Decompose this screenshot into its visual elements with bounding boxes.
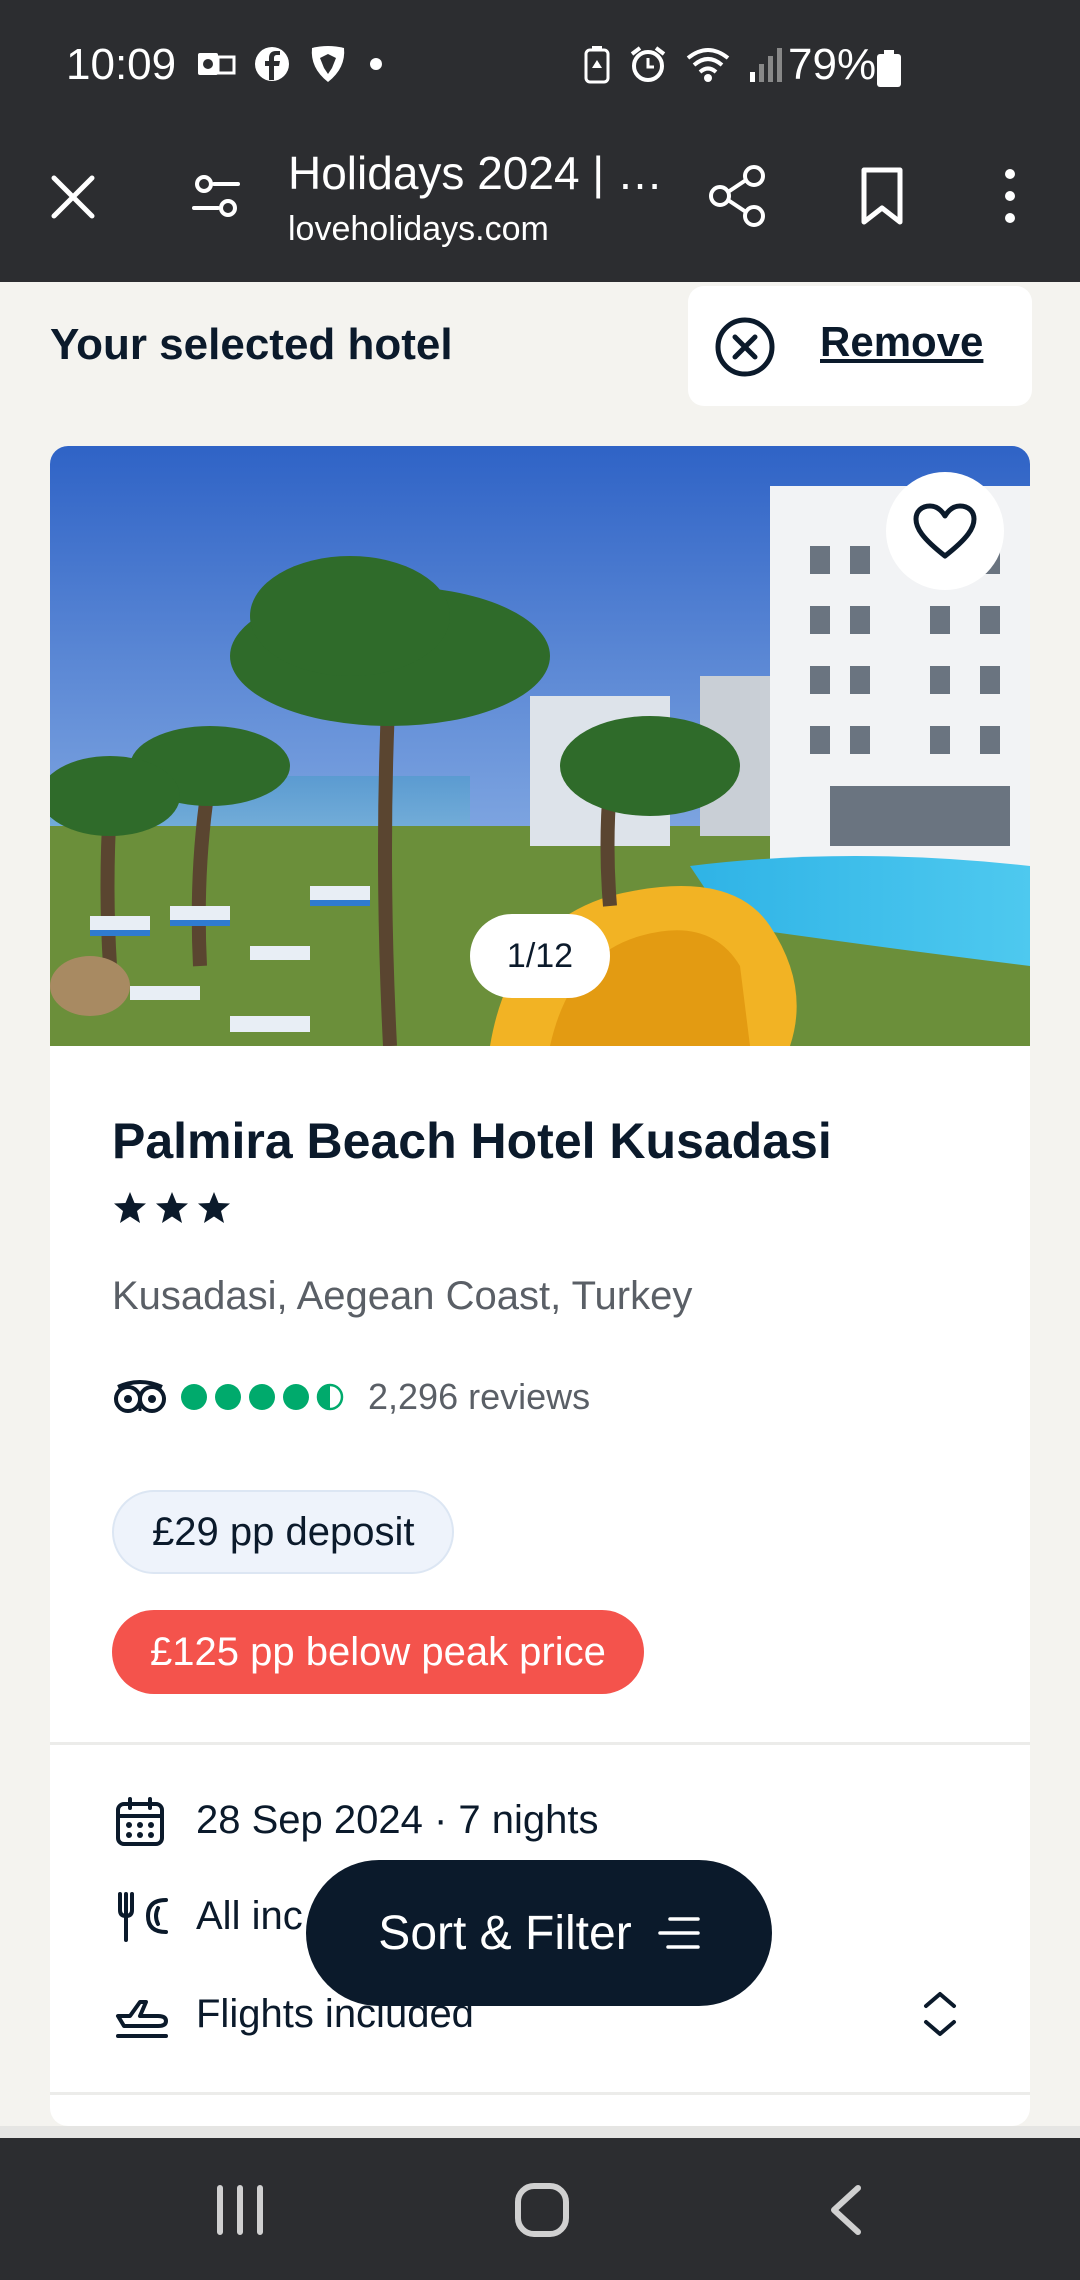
rating-bubbles [181, 1383, 344, 1411]
recent-apps-icon[interactable] [212, 2184, 268, 2236]
travel-dates: 28 Sep 2024 · 7 nights [196, 1798, 599, 1842]
share-icon[interactable] [708, 164, 768, 228]
calendar-icon [116, 1797, 164, 1846]
facebook-icon [255, 47, 289, 81]
back-icon[interactable] [826, 2184, 866, 2236]
reviews-count[interactable]: 2,296 reviews [368, 1376, 590, 1418]
barclays-icon [311, 46, 345, 82]
status-bar: 10:09 79% [0, 0, 1080, 134]
card-divider [50, 2092, 1030, 2095]
reviews-row[interactable]: 2,296 reviews [112, 1376, 590, 1418]
hotel-location: Kusadasi, Aegean Coast, Turkey [112, 1274, 693, 1318]
star-icon [114, 1192, 146, 1223]
heart-icon[interactable] [912, 502, 978, 560]
page-title[interactable]: Holidays 2024 | … [288, 146, 663, 200]
filter-lines-icon[interactable] [657, 1915, 700, 1951]
battery-saver-icon [584, 46, 610, 84]
hotel-name[interactable]: Palmira Beach Hotel Kusadasi [112, 1112, 832, 1170]
alarm-icon [630, 46, 666, 82]
photo-counter: 1/12 [470, 914, 610, 998]
board-basis: All inc [196, 1894, 303, 1938]
sort-filter-label[interactable]: Sort & Filter [378, 1906, 631, 1961]
close-icon[interactable] [48, 172, 98, 222]
expand-chevrons-icon[interactable] [918, 1986, 962, 2042]
remove-link[interactable]: Remove [820, 318, 983, 366]
battery-icon [877, 50, 901, 87]
peak-price-badge: £125 pp below peak price [112, 1610, 644, 1694]
star-icon [156, 1192, 188, 1223]
status-time: 10:09 [66, 40, 177, 89]
wifi-icon [686, 48, 730, 82]
outlook-icon [198, 53, 236, 75]
tripadvisor-icon [114, 1380, 166, 1413]
home-icon[interactable] [514, 2182, 570, 2238]
signal-icon [750, 48, 782, 82]
bookmark-icon[interactable] [858, 166, 906, 226]
cutlery-icon [118, 1892, 168, 1942]
more-icon[interactable] [998, 168, 1022, 224]
section-heading: Your selected hotel [50, 320, 453, 369]
page-bottom-edge [0, 2126, 1080, 2138]
star-rating [112, 1190, 232, 1226]
card-divider [50, 1742, 1030, 1745]
star-icon [198, 1192, 230, 1223]
dot-icon [370, 58, 382, 70]
site-settings-icon[interactable] [190, 170, 242, 222]
remove-circle-x-icon[interactable] [714, 316, 776, 378]
sort-filter-button[interactable]: Sort & Filter [306, 1860, 772, 2006]
plane-icon [116, 2000, 168, 2038]
deposit-badge: £29 pp deposit [112, 1490, 455, 1574]
battery-percent: 79% [788, 40, 877, 89]
page-url[interactable]: loveholidays.com [288, 210, 549, 249]
